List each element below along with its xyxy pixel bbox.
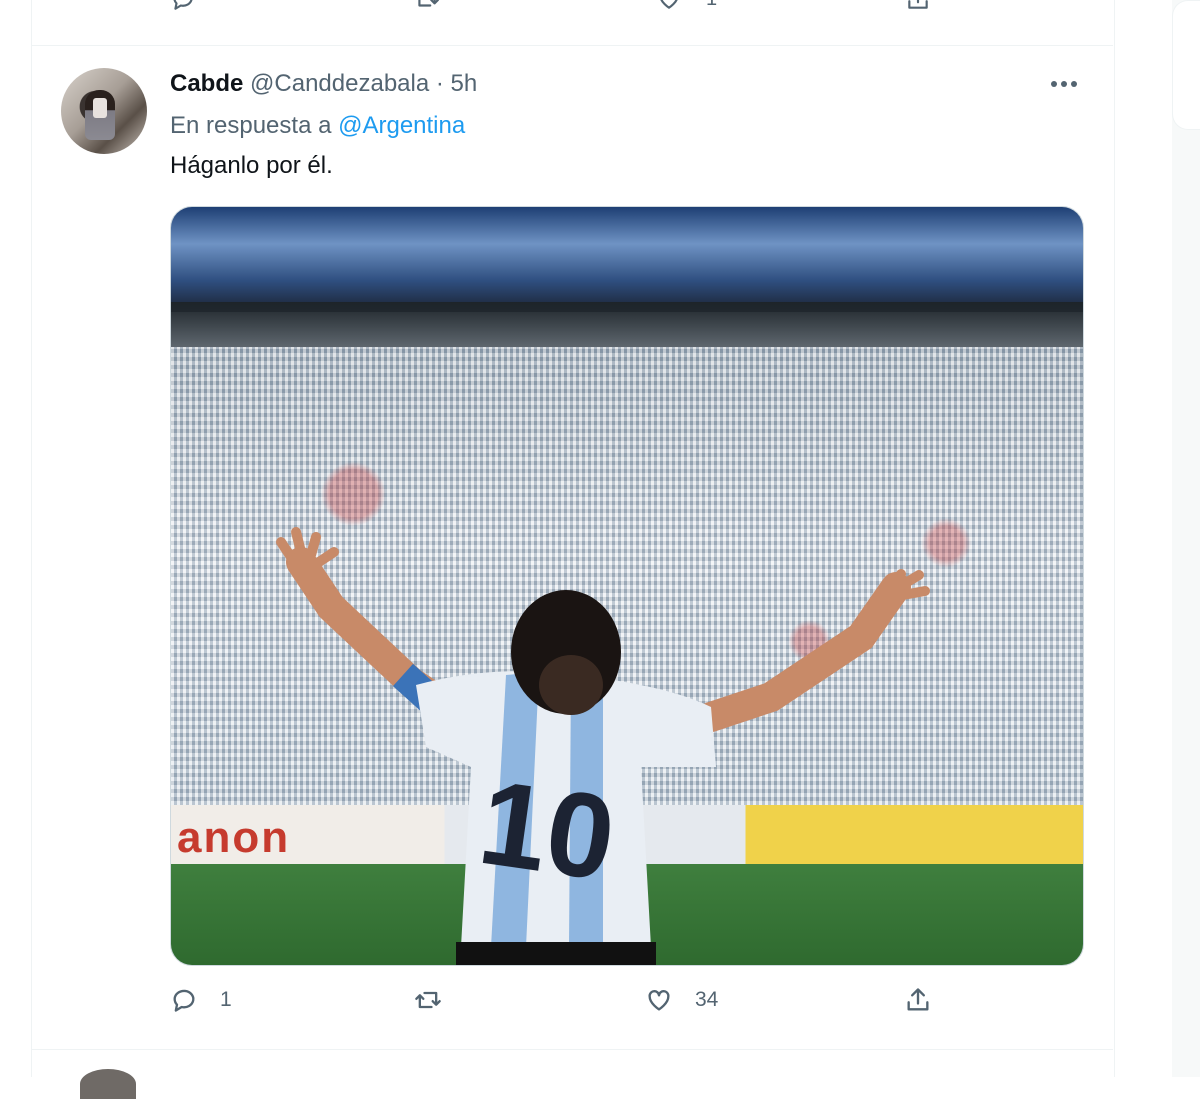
retweet-icon: [418, 0, 439, 7]
avatar-phone: [93, 98, 107, 118]
right-sidebar: [1172, 0, 1200, 1077]
tweet-time[interactable]: 5h: [451, 70, 478, 97]
reply-count: 1: [220, 988, 232, 1011]
tweet-divider-bottom: [31, 1049, 1113, 1050]
author-handle[interactable]: @Canddezabala: [250, 70, 429, 97]
prev-retweet-button[interactable]: [414, 0, 440, 12]
player-figure: 10: [276, 527, 930, 965]
prev-like-button[interactable]: 1: [656, 0, 717, 12]
prev-share-button[interactable]: [905, 0, 931, 12]
reply-icon: [173, 0, 193, 10]
more-icon: [1051, 81, 1057, 87]
tweet-text: Háganlo por él.: [170, 152, 333, 179]
svg-text:10: 10: [472, 755, 623, 906]
share-icon: [908, 0, 928, 9]
next-tweet-avatar[interactable]: [80, 1069, 136, 1099]
reply-icon: [173, 989, 195, 1012]
header-separator: ·: [435, 70, 444, 97]
share-button[interactable]: [904, 986, 932, 1014]
reply-button[interactable]: 1: [170, 986, 232, 1014]
reply-prefix: En respuesta a: [170, 112, 332, 139]
sidebar-card: [1172, 0, 1200, 130]
prev-tweet-actions: 1: [170, 0, 950, 26]
like-button[interactable]: 34: [645, 986, 718, 1014]
heart-icon: [648, 990, 670, 1011]
retweet-button[interactable]: [414, 986, 464, 1014]
tweet-header: Cabde @Canddezabala · 5h: [170, 70, 477, 98]
author-name[interactable]: Cabde: [170, 70, 243, 97]
prev-reply-button[interactable]: [170, 0, 220, 12]
reply-mention-link[interactable]: @Argentina: [338, 112, 465, 139]
prev-like-count: 1: [706, 0, 717, 11]
more-button[interactable]: [1051, 72, 1085, 96]
share-icon: [907, 988, 929, 1011]
more-icon-dot: [1071, 81, 1077, 87]
tweet-actions: 1 34: [170, 986, 950, 1026]
heart-icon: [660, 0, 678, 9]
more-icon-dot: [1061, 81, 1067, 87]
retweet-icon: [415, 991, 441, 1009]
tweet[interactable]: Cabde @Canddezabala · 5h En respuesta a …: [31, 46, 1113, 1049]
reply-context: En respuesta a @Argentina: [170, 112, 465, 140]
avatar[interactable]: [61, 68, 147, 154]
tweet-media-photo[interactable]: anon 10: [170, 206, 1084, 966]
like-count: 34: [695, 988, 719, 1011]
